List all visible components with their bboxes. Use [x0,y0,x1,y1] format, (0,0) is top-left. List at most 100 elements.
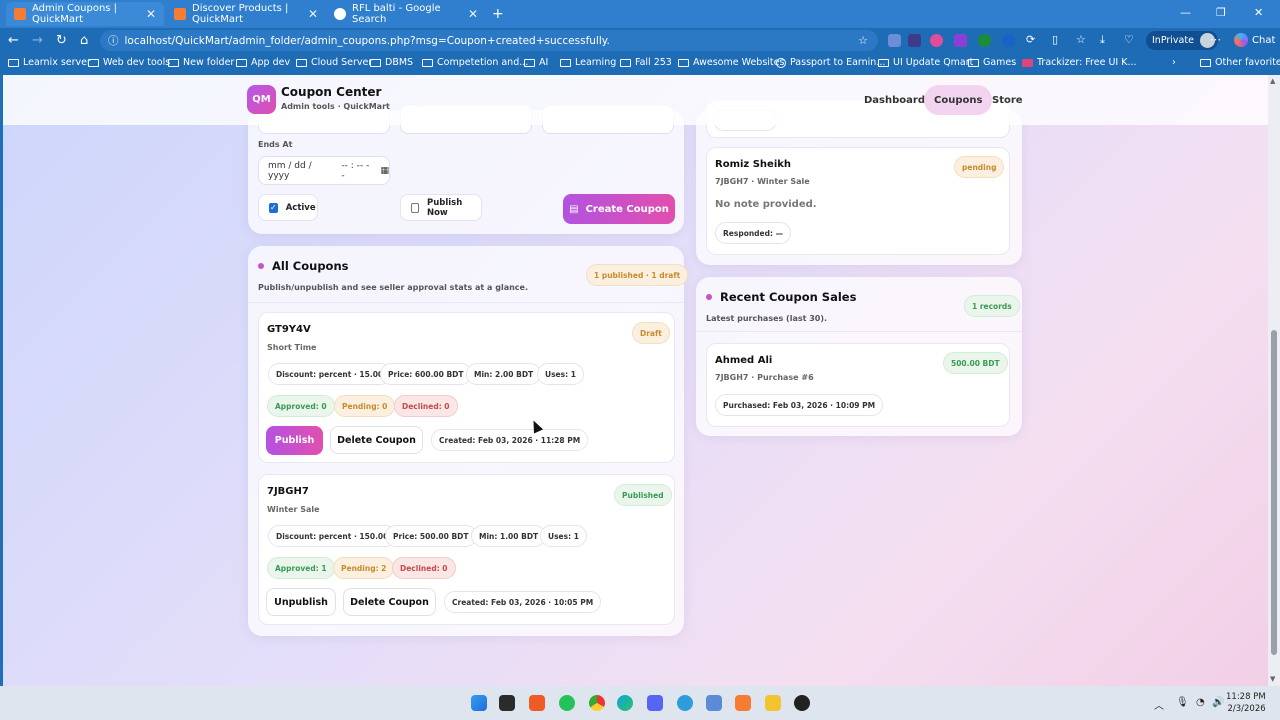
close-tab-icon[interactable]: ✕ [468,7,478,21]
bookmark-item[interactable]: Web dev tools [88,57,170,68]
browser-essentials-icon[interactable]: ♡ [1124,33,1134,46]
bookmark-item[interactable]: Competetion and... [422,57,528,68]
delete-coupon-button[interactable]: Delete Coupon [330,426,423,454]
page-scrollbar[interactable]: ▲ ▼ [1268,75,1280,686]
chevron-right-icon[interactable]: › [1172,57,1176,68]
sale-ref: 7JBGH7 · Purchase #6 [715,373,814,382]
url-text: localhost/QuickMart/admin_folder/admin_c… [124,34,610,47]
bookmark-item[interactable]: App dev [236,57,290,68]
app-icon[interactable] [677,695,693,711]
chevron-up-icon[interactable]: ︿ [1154,697,1164,712]
terminal-icon[interactable] [499,695,515,711]
app-header: QM Coupon Center Admin tools · QuickMart… [3,75,1268,125]
create-coupon-button[interactable]: ▤ Create Coupon [563,194,675,224]
bookmark-item[interactable]: UI Update Qmart [878,57,973,68]
declined-chip: Declined: 0 [394,395,458,417]
bookmark-item[interactable]: AI [524,57,548,68]
forward-icon[interactable]: → [32,33,43,48]
favorite-star-icon[interactable]: ☆ [858,34,868,47]
wifi-icon[interactable]: ◔ [1196,697,1205,708]
back-icon[interactable]: ← [8,33,19,48]
bookmark-item[interactable]: Learning [560,57,616,68]
bookmark-item[interactable]: Fall 253 [620,57,672,68]
tab-google-search[interactable]: RFL balti - Google Search ✕ [326,2,486,26]
bookmark-item[interactable]: Games [968,57,1016,68]
split-screen-icon[interactable]: ▯ [1052,33,1058,46]
chrome-icon[interactable] [589,695,605,711]
tab-discover-products[interactable]: Discover Products | QuickMart ✕ [166,2,326,26]
coupon-name: Short Time [267,343,317,352]
checkbox-checked-icon[interactable]: ✓ [269,202,278,213]
system-clock[interactable]: 11:28 PM 2/3/2026 [1226,691,1266,715]
bookmark-item[interactable]: New folder [168,57,234,68]
recent-sales-subtitle: Latest purchases (last 30). [706,314,828,323]
folder-icon [8,58,19,67]
extension-icon[interactable] [954,34,967,47]
publish-button[interactable]: Publish [266,426,323,455]
info-icon[interactable]: ⓘ [108,33,119,48]
photos-icon[interactable] [706,695,722,711]
bookmark-item[interactable]: Cloud Server [296,57,372,68]
volume-icon[interactable]: 🔊 [1212,697,1224,708]
extension-icon[interactable] [908,34,921,47]
refresh-icon[interactable]: ↻ [56,33,67,48]
discord-icon[interactable] [647,695,663,711]
bookmark-item[interactable]: DBMS [370,57,413,68]
extension-icon[interactable] [930,34,943,47]
bookmark-item[interactable]: Learnix server [8,57,91,68]
microphone-icon[interactable]: 🎙 [1176,697,1189,708]
quickmart-favicon-icon [14,8,26,20]
tab-admin-coupons[interactable]: Admin Coupons | QuickMart ✕ [6,2,164,26]
new-tab-icon[interactable]: + [492,6,504,22]
close-tab-icon[interactable]: ✕ [308,7,318,21]
all-coupons-title: All Coupons [258,259,348,273]
app-icon[interactable] [794,695,810,711]
nav-store[interactable]: Store [992,85,1023,115]
sale-item: Ahmed Ali 7JBGH7 · Purchase #6 500.00 BD… [706,343,1010,427]
unpublish-button[interactable]: Unpublish [266,588,336,616]
start-menu-icon[interactable] [471,695,487,711]
ends-at-field[interactable]: mm / dd / yyyy -- : -- -- ▦ [258,156,390,185]
publish-now-toggle[interactable]: Publish Now [400,194,482,221]
bookmark-item[interactable]: Trackizer: Free UI K... [1022,57,1137,68]
downloads-icon[interactable]: ⤓ [1100,33,1105,47]
section-title-text: All Coupons [272,259,349,273]
calendar-icon[interactable]: ▦ [380,166,389,176]
close-window-icon[interactable]: ✕ [1254,6,1263,19]
favorites-icon[interactable]: ☆ [1076,33,1086,46]
recent-sales-card: Recent Coupon Sales Latest purchases (la… [696,277,1022,436]
copilot-chat-button[interactable]: Chat [1234,33,1275,47]
inprivate-badge[interactable]: InPrivate [1146,31,1218,50]
close-tab-icon[interactable]: ✕ [146,7,156,21]
extension-icon[interactable] [978,34,991,47]
more-options-icon[interactable]: ⋯ [1210,33,1221,46]
brave-browser-icon[interactable] [529,695,545,711]
nav-coupons[interactable]: Coupons [924,85,993,115]
nav-dashboard[interactable]: Dashboard [864,85,925,115]
xampp-icon[interactable] [735,695,751,711]
checkbox-unchecked-icon[interactable] [411,202,419,213]
file-explorer-icon[interactable] [765,695,781,711]
extension-icon[interactable] [1002,34,1015,47]
restore-icon[interactable]: ❐ [1216,6,1226,19]
folder-icon [620,58,631,67]
url-field[interactable]: ⓘ localhost/QuickMart/admin_folder/admin… [100,30,878,51]
coupon-item: GT9Y4V Short Time Draft Discount: percen… [258,312,675,463]
edge-icon[interactable] [617,695,633,711]
delete-coupon-button[interactable]: Delete Coupon [343,588,436,616]
active-toggle[interactable]: ✓ Active [258,194,318,221]
scroll-down-icon[interactable]: ▼ [1270,675,1275,683]
refresh-tool-icon[interactable]: ⟳ [1026,33,1035,46]
minimize-icon[interactable]: — [1180,6,1191,19]
whatsapp-icon[interactable] [559,695,575,711]
folder-icon [236,58,247,67]
scroll-up-icon[interactable]: ▲ [1270,77,1275,85]
extension-icon[interactable] [888,34,901,47]
home-icon[interactable]: ⌂ [80,33,88,48]
scrollbar-thumb[interactable] [1271,330,1277,655]
folder-icon [878,58,889,67]
bookmark-item[interactable]: Passport to Earnin... [776,57,885,68]
quickmart-logo: QM [247,85,276,114]
bookmark-item[interactable]: Awesome Websites [678,57,784,68]
other-favorites[interactable]: Other favorites [1200,57,1280,68]
